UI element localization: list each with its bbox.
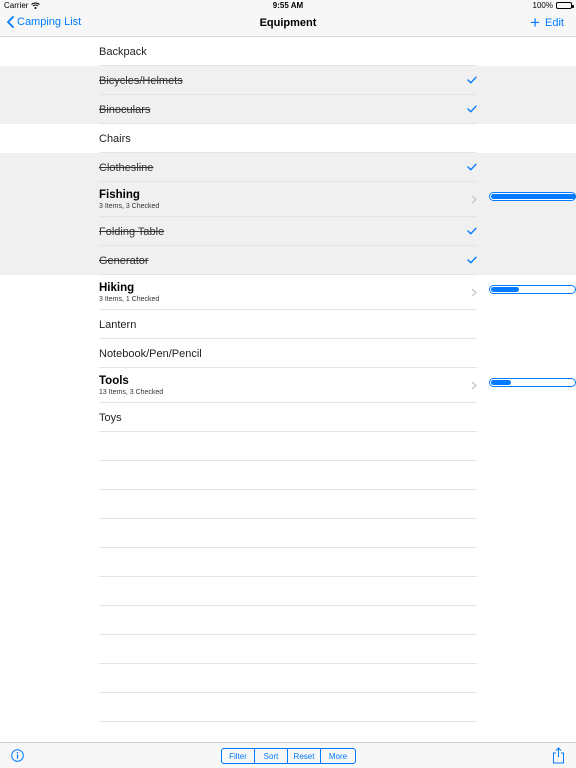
list-item[interactable]: Clothesline — [0, 153, 576, 182]
empty-row — [0, 722, 576, 742]
segment-more[interactable]: More — [321, 749, 355, 763]
item-label: Chairs — [99, 133, 131, 145]
list-item[interactable]: Notebook/Pen/Pencil — [0, 339, 576, 368]
empty-row — [0, 519, 576, 548]
item-label: Binoculars — [99, 104, 151, 116]
bottom-toolbar: Filter Sort Reset More — [0, 742, 576, 768]
empty-row — [0, 461, 576, 490]
list-item[interactable]: Generator — [0, 246, 576, 275]
segment-filter[interactable]: Filter — [222, 749, 255, 763]
list-item[interactable]: Backpack — [0, 37, 576, 66]
status-bar: Carrier 9:55 AM 100% — [0, 0, 576, 12]
add-button[interactable]: + — [530, 14, 540, 32]
group-title: Hiking — [99, 282, 135, 294]
group-title: Fishing — [99, 189, 140, 201]
checkmark-icon — [467, 227, 477, 235]
share-icon[interactable] — [552, 747, 565, 764]
back-button[interactable]: Camping List — [7, 16, 81, 28]
empty-row — [0, 664, 576, 693]
empty-row — [0, 490, 576, 519]
group-progress-bar — [489, 192, 576, 201]
item-label: Clothesline — [99, 162, 154, 174]
status-time: 9:55 AM — [272, 1, 304, 10]
action-segmented-control: Filter Sort Reset More — [221, 748, 356, 764]
back-button-label: Camping List — [17, 16, 82, 28]
empty-row — [0, 693, 576, 722]
checkmark-icon — [467, 76, 477, 84]
group-progress-fill — [491, 380, 511, 385]
empty-row — [0, 577, 576, 606]
battery: 100% — [532, 1, 574, 10]
battery-icon — [556, 2, 574, 9]
group-row[interactable]: Hiking 3 Items, 1 Checked — [0, 275, 576, 310]
checkmark-icon — [467, 256, 477, 264]
list-item[interactable]: Bicycles/Helmets — [0, 66, 576, 95]
item-label: Toys — [99, 412, 122, 424]
chevron-left-icon — [7, 16, 14, 28]
navigation-bar: Camping List Equipment + Edit — [0, 12, 576, 37]
group-subtitle: 3 Items, 3 Checked — [99, 203, 160, 210]
empty-row — [0, 606, 576, 635]
item-label: Folding Table — [99, 226, 165, 238]
checkmark-icon — [467, 105, 477, 113]
list-item[interactable]: Binoculars — [0, 95, 576, 124]
empty-row — [0, 635, 576, 664]
group-progress-bar — [489, 378, 576, 387]
chevron-right-icon — [471, 381, 477, 390]
group-row[interactable]: Fishing 3 Items, 3 Checked — [0, 182, 576, 217]
group-row[interactable]: Tools 13 Items, 3 Checked — [0, 368, 576, 403]
list-item[interactable]: Lantern — [0, 310, 576, 339]
list-item[interactable]: Toys — [0, 403, 576, 432]
item-label: Notebook/Pen/Pencil — [99, 348, 202, 360]
item-label: Lantern — [99, 319, 137, 331]
segment-reset[interactable]: Reset — [288, 749, 321, 763]
item-label: Bicycles/Helmets — [99, 75, 183, 87]
info-icon[interactable] — [11, 749, 24, 762]
checkmark-icon — [467, 163, 477, 171]
item-label: Backpack — [99, 46, 147, 58]
segment-sort[interactable]: Sort — [255, 749, 288, 763]
empty-row — [0, 432, 576, 461]
battery-percent: 100% — [532, 1, 553, 10]
page-title: Equipment — [259, 17, 317, 29]
list-item[interactable]: Chairs — [0, 124, 576, 153]
group-title: Tools — [99, 375, 129, 387]
edit-button[interactable]: Edit — [545, 17, 564, 29]
item-label: Generator — [99, 255, 149, 267]
list-item[interactable]: Folding Table — [0, 217, 576, 246]
group-progress-fill — [491, 287, 519, 292]
chevron-right-icon — [471, 288, 477, 297]
empty-row — [0, 548, 576, 577]
group-progress-fill — [491, 194, 576, 199]
group-progress-bar — [489, 285, 576, 294]
group-subtitle: 3 Items, 1 Checked — [99, 296, 160, 303]
chevron-right-icon — [471, 195, 477, 204]
equipment-list: Backpack Bicycles/Helmets Binoculars Chairs… — [0, 37, 576, 742]
group-subtitle: 13 Items, 3 Checked — [99, 389, 164, 396]
